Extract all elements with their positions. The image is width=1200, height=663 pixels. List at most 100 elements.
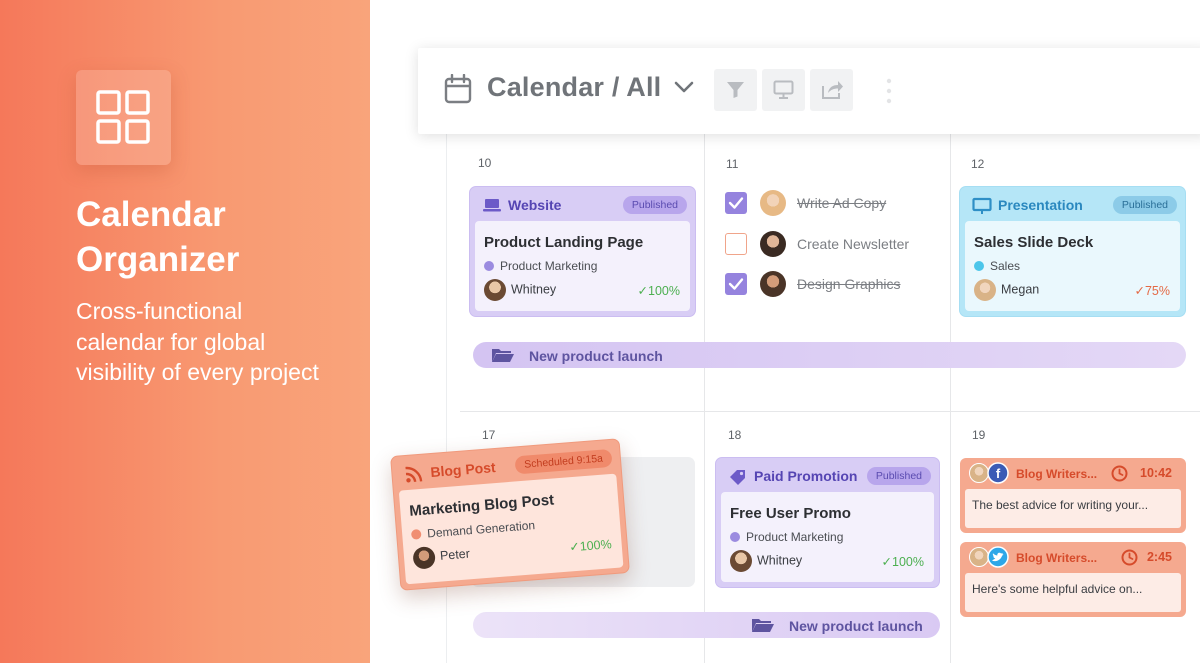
card-header: Website Published bbox=[470, 187, 695, 221]
grid-divider bbox=[704, 134, 705, 663]
status-badge: Published bbox=[866, 467, 931, 485]
day-number: 12 bbox=[971, 157, 985, 171]
card-type-label: Presentation bbox=[998, 197, 1083, 213]
content-card-website[interactable]: Website Published Product Landing Page P… bbox=[469, 186, 696, 317]
social-account-name: Blog Writers... bbox=[1016, 467, 1098, 481]
checkbox-checked[interactable] bbox=[725, 273, 747, 295]
grid-divider bbox=[460, 411, 1200, 412]
task-label: Create Newsletter bbox=[797, 236, 910, 252]
day-number: 18 bbox=[728, 428, 742, 442]
progress-value: 75% bbox=[1144, 284, 1170, 298]
social-post[interactable]: Blog Writers... 2:45 Here's some helpful… bbox=[960, 542, 1186, 617]
social-post-text: Here's some helpful advice on... bbox=[972, 582, 1143, 596]
scheduled-time: 2:45 bbox=[1146, 550, 1172, 564]
category-label: Product Marketing bbox=[500, 259, 598, 273]
laptop-icon bbox=[483, 199, 501, 212]
checkbox-checked[interactable] bbox=[725, 192, 747, 214]
card-assignee: Peter bbox=[412, 543, 471, 570]
card-assignee: Megan bbox=[974, 279, 1039, 301]
share-icon bbox=[822, 81, 843, 99]
presentation-icon bbox=[972, 197, 992, 214]
card-type-label: Paid Promotion bbox=[754, 468, 858, 484]
calendar-view-title[interactable]: Calendar / All bbox=[487, 72, 661, 103]
day-number: 11 bbox=[726, 157, 739, 171]
avatar bbox=[974, 279, 996, 301]
monitor-icon bbox=[773, 80, 794, 99]
share-button[interactable] bbox=[810, 69, 853, 111]
campaign-banner[interactable]: New product launch bbox=[473, 342, 1186, 368]
avatar bbox=[969, 463, 989, 483]
filter-icon bbox=[727, 82, 744, 98]
card-assignee: Whitney bbox=[730, 550, 802, 572]
avatar bbox=[760, 271, 786, 297]
card-header: Presentation Published bbox=[960, 187, 1185, 221]
avatar bbox=[730, 550, 752, 572]
card-assignee: Whitney bbox=[484, 279, 556, 301]
avatar bbox=[484, 279, 506, 301]
hero-subtitle: Cross-functional calendar for global vis… bbox=[76, 298, 319, 385]
checkbox-unchecked[interactable] bbox=[725, 233, 747, 255]
assignee-name: Peter bbox=[439, 546, 471, 563]
facebook-icon: f bbox=[987, 462, 1009, 484]
card-header: Paid Promotion Published bbox=[716, 458, 939, 492]
category-dot bbox=[410, 529, 422, 540]
card-type-label: Blog Post bbox=[429, 459, 497, 481]
rss-icon bbox=[405, 466, 423, 483]
progress-value: 100% bbox=[648, 284, 680, 298]
social-post[interactable]: f Blog Writers... 10:42 The best advice … bbox=[960, 458, 1186, 533]
banner-label: New product launch bbox=[789, 618, 923, 634]
social-post-body: Here's some helpful advice on... bbox=[965, 573, 1181, 612]
filter-button[interactable] bbox=[714, 69, 757, 111]
check-icon bbox=[728, 278, 744, 290]
avatar bbox=[760, 231, 786, 257]
day-number: 10 bbox=[478, 156, 492, 170]
task-label: Design Graphics bbox=[797, 276, 901, 292]
folder-icon bbox=[492, 349, 514, 362]
twitter-icon bbox=[987, 546, 1009, 568]
clock-icon bbox=[1111, 465, 1128, 482]
content-card-paid-promotion[interactable]: Paid Promotion Published Free User Promo… bbox=[715, 457, 940, 588]
content-card-presentation[interactable]: Presentation Published Sales Slide Deck … bbox=[959, 186, 1186, 317]
social-post-text: The best advice for writing your... bbox=[972, 498, 1149, 512]
progress-label: ✓100% bbox=[568, 537, 613, 555]
card-title: Product Landing Page bbox=[484, 234, 644, 251]
category-label: Demand Generation bbox=[426, 518, 536, 541]
calendar-icon bbox=[444, 74, 472, 104]
svg-text:f: f bbox=[996, 466, 1001, 481]
progress-label: ✓100% bbox=[881, 555, 924, 569]
card-body: Free User Promo Product Marketing Whitne… bbox=[721, 492, 934, 582]
content-card-blog-post[interactable]: Blog Post Scheduled 9:15a Marketing Blog… bbox=[390, 438, 630, 591]
clock-icon bbox=[1121, 549, 1138, 566]
banner-label: New product launch bbox=[529, 348, 663, 364]
assignee-name: Whitney bbox=[757, 553, 803, 568]
scheduled-time: 10:42 bbox=[1140, 466, 1172, 480]
presentation-mode-button[interactable] bbox=[762, 69, 805, 111]
tag-icon bbox=[730, 470, 745, 485]
card-title: Marketing Blog Post bbox=[408, 491, 555, 520]
assignee-name: Whitney bbox=[511, 282, 557, 297]
social-post-header: Blog Writers... 2:45 bbox=[960, 542, 1186, 572]
card-category: Product Marketing bbox=[484, 259, 597, 273]
folder-icon bbox=[752, 619, 774, 632]
category-dot bbox=[484, 261, 494, 271]
category-label: Sales bbox=[990, 259, 1021, 273]
day-number: 17 bbox=[482, 428, 496, 442]
social-post-header: f Blog Writers... 10:42 bbox=[960, 458, 1186, 488]
card-category: Demand Generation bbox=[410, 518, 536, 542]
check-icon bbox=[728, 197, 744, 209]
social-post-body: The best advice for writing your... bbox=[965, 489, 1181, 528]
social-account-name: Blog Writers... bbox=[1016, 551, 1098, 565]
more-vertical-icon[interactable] bbox=[886, 78, 892, 104]
campaign-banner[interactable]: New product launch bbox=[473, 612, 940, 638]
card-title: Sales Slide Deck bbox=[974, 234, 1094, 251]
chevron-down-icon[interactable] bbox=[674, 80, 694, 94]
hero-title: Calendar Organizer bbox=[76, 195, 240, 279]
hero-panel: Calendar Organizer Cross-functional cale… bbox=[0, 0, 370, 663]
card-type-label: Website bbox=[508, 197, 562, 213]
task-label: Write Ad Copy bbox=[797, 195, 887, 211]
assignee-name: Megan bbox=[1001, 282, 1040, 297]
avatar bbox=[412, 546, 436, 570]
card-body: Marketing Blog Post Demand Generation Pe… bbox=[398, 473, 624, 585]
card-body: Sales Slide Deck Sales Megan ✓75% bbox=[965, 221, 1180, 311]
category-dot bbox=[730, 532, 740, 542]
